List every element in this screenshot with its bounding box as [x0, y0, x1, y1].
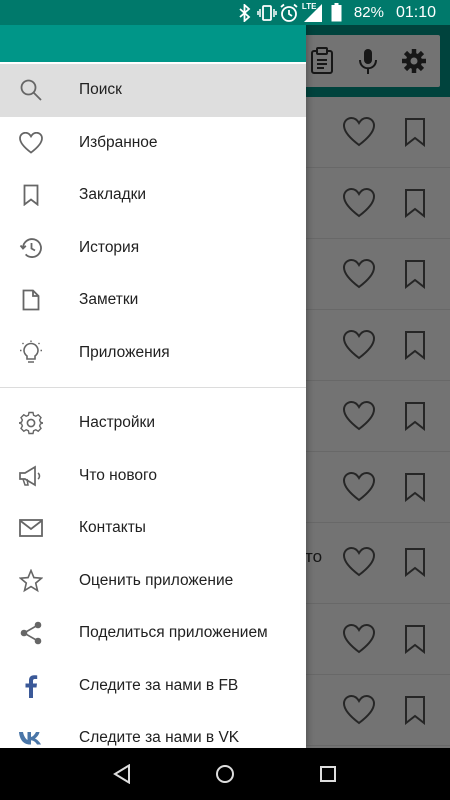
- menu-item-label: Настройки: [79, 414, 156, 432]
- menu-divider: [0, 387, 306, 388]
- menu-item-history[interactable]: История: [0, 222, 306, 275]
- navigation-drawer: Поиск Избранное Закладки История Заметки: [0, 25, 306, 748]
- alarm-icon: [278, 0, 300, 25]
- menu-item-label: Поделиться приложением: [79, 624, 268, 642]
- drawer-header: [0, 25, 306, 62]
- search-icon: [18, 77, 44, 103]
- menu-item-follow-vk[interactable]: Следите за нами в VK: [0, 712, 306, 748]
- megaphone-icon: [18, 463, 44, 489]
- menu-item-label: Оценить приложение: [79, 571, 234, 589]
- menu-item-label: Следите за нами в VK: [79, 729, 240, 747]
- status-bar: LTE 82% 01:10: [0, 0, 450, 25]
- system-nav-bar: [0, 748, 450, 800]
- menu-item-apps[interactable]: Приложения: [0, 327, 306, 380]
- menu-item-bookmarks[interactable]: Закладки: [0, 169, 306, 222]
- menu-item-share-app[interactable]: Поделиться приложением: [0, 607, 306, 660]
- menu-item-label: Контакты: [79, 519, 146, 537]
- menu-item-notes[interactable]: Заметки: [0, 274, 306, 327]
- gear-icon: [18, 410, 44, 436]
- lightbulb-icon: [18, 340, 44, 366]
- menu-item-label: Заметки: [79, 291, 139, 309]
- menu-item-contacts[interactable]: Контакты: [0, 502, 306, 555]
- menu-item-search[interactable]: Поиск: [0, 64, 306, 117]
- bluetooth-icon: [234, 0, 256, 25]
- history-icon: [18, 235, 44, 261]
- menu-item-label: Приложения: [79, 343, 170, 361]
- heart-icon: [18, 130, 44, 156]
- facebook-icon: [18, 673, 44, 699]
- battery-percent: 82%: [353, 4, 384, 21]
- back-icon[interactable]: [108, 760, 136, 788]
- vk-icon: [18, 725, 44, 748]
- menu-item-rate-app[interactable]: Оценить приложение: [0, 555, 306, 608]
- share-icon: [18, 620, 44, 646]
- star-icon: [18, 568, 44, 594]
- home-icon[interactable]: [211, 760, 239, 788]
- menu-item-whats-new[interactable]: Что нового: [0, 450, 306, 503]
- menu-item-follow-fb[interactable]: Следите за нами в FB: [0, 660, 306, 713]
- menu-item-label: Избранное: [79, 133, 158, 151]
- mail-icon: [18, 515, 44, 541]
- network-label: LTE: [301, 2, 317, 11]
- drawer-menu: Поиск Избранное Закладки История Заметки: [0, 64, 306, 748]
- signal-icon: LTE: [300, 0, 326, 25]
- menu-item-label: Поиск: [79, 81, 122, 99]
- menu-item-favorites[interactable]: Избранное: [0, 117, 306, 170]
- clock: 01:10: [395, 3, 436, 21]
- vibrate-icon: [256, 0, 278, 25]
- menu-item-label: Закладки: [79, 186, 147, 204]
- menu-item-label: История: [79, 238, 140, 256]
- menu-item-label: Что нового: [79, 466, 157, 484]
- bookmark-icon: [18, 182, 44, 208]
- menu-item-settings[interactable]: Настройки: [0, 397, 306, 450]
- menu-item-label: Следите за нами в FB: [79, 676, 239, 694]
- recents-icon[interactable]: [314, 760, 342, 788]
- note-icon: [18, 287, 44, 313]
- battery-icon: [326, 0, 348, 25]
